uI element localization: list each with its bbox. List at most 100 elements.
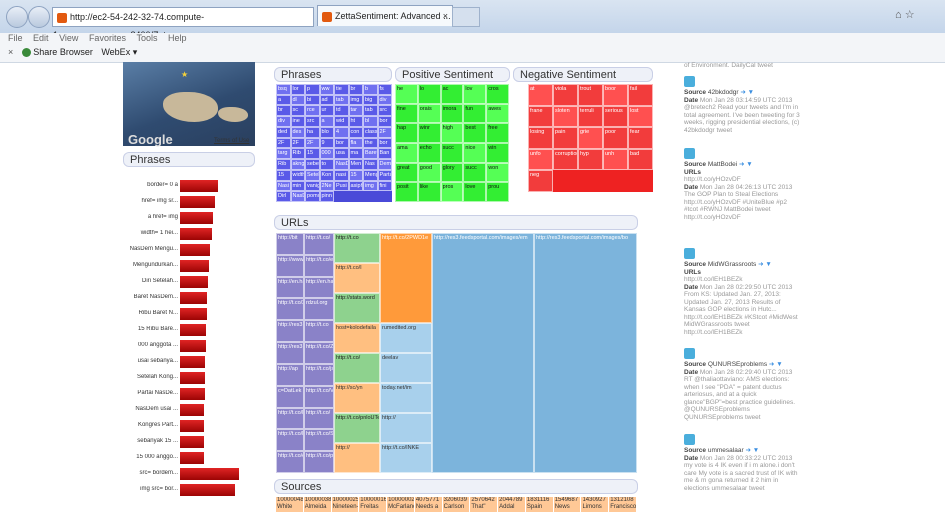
tweet-source[interactable]: MidWGrassroots — [708, 261, 756, 268]
phrase-cell[interactable]: div — [377, 94, 392, 106]
phrase-cell[interactable]: pinn — [319, 191, 334, 202]
source-cell[interactable]: 1549687 News — [553, 497, 582, 512]
bar[interactable] — [180, 212, 213, 224]
menu-tools[interactable]: Tools — [136, 33, 157, 43]
negative-treemap[interactable]: at viola trout boor fail frane sloten terruli se… — [528, 84, 653, 192]
url-cell[interactable]: http://t.co/INKE — [380, 443, 432, 473]
bar[interactable] — [180, 484, 235, 496]
filter-icon[interactable]: ▼ — [748, 89, 754, 96]
phrase-cell[interactable]: tab — [334, 94, 349, 106]
phrase-cell[interactable]: des — [290, 126, 305, 138]
positive-cell[interactable]: ama — [395, 143, 418, 163]
url-cell[interactable]: today.net/im — [380, 383, 432, 413]
url-cell[interactable]: http://t.co/ldELk — [276, 429, 304, 452]
phrase-cell[interactable]: img — [363, 180, 378, 192]
phrase-cell[interactable]: 15 — [348, 169, 363, 181]
negative-cell[interactable]: unh — [603, 148, 628, 171]
phrase-cell[interactable]: to — [319, 159, 334, 170]
positive-cell[interactable]: orais — [417, 103, 441, 124]
negative-cell[interactable]: neg — [528, 170, 553, 192]
positive-cell[interactable]: lov — [463, 84, 487, 104]
phrase-cell[interactable]: pomor — [305, 191, 320, 202]
menu-help[interactable]: Help — [168, 33, 187, 43]
url-cell[interactable]: http://t.co/ — [334, 353, 380, 383]
phrase-cell[interactable]: 15 — [276, 169, 291, 181]
positive-cell[interactable]: glory — [440, 162, 464, 183]
phrase-cell[interactable]: Baret — [363, 148, 378, 160]
phrase-cell[interactable]: br — [276, 105, 291, 117]
source-cell[interactable]: 10000025 Nineteen- — [331, 497, 360, 512]
phrase-cell[interactable]: bl — [363, 116, 378, 127]
phrase-cell[interactable]: 2F — [305, 137, 320, 149]
source-cell[interactable]: 10000016 Freitas — [359, 497, 388, 512]
phrase-cell[interactable]: bi — [305, 94, 320, 106]
source-cell[interactable]: 3206039 Carlson — [442, 497, 471, 512]
positive-cell[interactable]: echo — [417, 143, 441, 163]
menu-view[interactable]: View — [59, 33, 78, 43]
phrase-cell[interactable]: ha — [305, 126, 320, 138]
tweet-url[interactable]: http://t.co/lEH1BEZk — [684, 276, 743, 283]
phrase-cell[interactable]: sc — [290, 105, 305, 117]
phrase-cell[interactable]: sebe — [305, 159, 320, 170]
url-cell[interactable]: http://t.co/ — [304, 233, 334, 255]
positive-cell[interactable]: like — [417, 182, 441, 202]
positive-cell[interactable]: succ — [440, 143, 464, 163]
bar[interactable] — [180, 324, 206, 336]
positive-cell[interactable]: fun — [463, 103, 487, 124]
phrase-cell[interactable]: min — [290, 180, 305, 192]
phrase-cell[interactable]: ww — [319, 84, 334, 95]
filter-icon[interactable]: ▼ — [746, 161, 752, 168]
url-cell[interactable]: http://en.harakar — [276, 276, 304, 299]
phrase-cell[interactable]: targ — [276, 148, 291, 160]
url-cell[interactable]: http://t.co/ — [304, 407, 334, 430]
tweet-source[interactable]: QUNURSEproblems — [708, 361, 767, 368]
bar[interactable] — [180, 356, 205, 368]
phrase-cell[interactable]: 000 — [319, 148, 334, 160]
phrase-cell[interactable]: rce — [305, 105, 320, 117]
menu-edit[interactable]: Edit — [33, 33, 49, 43]
phrase-cell[interactable]: div — [276, 116, 291, 127]
phrase-cell[interactable]: fs — [377, 84, 392, 95]
bar[interactable] — [180, 228, 212, 240]
back-icon[interactable] — [6, 6, 28, 28]
bar[interactable] — [180, 420, 204, 432]
url-cell[interactable]: http://res3.feedsportal.com/images/bo — [534, 233, 637, 473]
positive-cell[interactable]: high — [440, 123, 464, 143]
filter-icon[interactable]: ▼ — [765, 261, 771, 268]
url-cell[interactable]: http://t.co/VI — [304, 385, 334, 408]
phrase-cell[interactable]: ma — [348, 148, 363, 160]
negative-cell[interactable]: boor — [603, 84, 628, 106]
bar[interactable] — [180, 260, 209, 272]
phrase-cell[interactable]: Men — [348, 159, 363, 170]
source-cell[interactable]: 1000000216McFarland — [387, 497, 415, 512]
phrase-cell[interactable]: 2F — [276, 137, 291, 149]
phrase-cell[interactable]: 2F — [290, 137, 305, 149]
positive-cell[interactable]: best — [463, 123, 487, 143]
negative-cell[interactable]: at — [528, 84, 553, 106]
phrase-cell[interactable]: bor — [377, 116, 392, 127]
positive-cell[interactable]: won — [486, 162, 509, 183]
phrase-cell[interactable]: Pusi — [334, 180, 349, 192]
negative-cell[interactable]: bad — [628, 148, 653, 171]
phrase-cell[interactable]: Nasi — [276, 180, 291, 192]
bar[interactable] — [180, 404, 204, 416]
phrase-cell[interactable]: 9 — [319, 137, 334, 149]
negative-cell[interactable]: fear — [628, 127, 653, 149]
twitter-icon[interactable] — [684, 434, 695, 445]
filter-icon[interactable]: ▼ — [776, 361, 782, 368]
phrase-cell[interactable]: bor — [334, 137, 349, 149]
phrase-cell[interactable]: a — [319, 116, 334, 127]
url-cell[interactable]: http://en.haraka — [304, 276, 334, 299]
menu-file[interactable]: File — [8, 33, 23, 43]
phrase-cell[interactable]: Nas — [363, 159, 378, 170]
phrase-cell[interactable]: dl — [290, 94, 305, 106]
negative-cell[interactable]: sloten — [553, 105, 578, 128]
negative-cell[interactable]: losing — [528, 127, 553, 149]
terms-of-use-link[interactable]: Terms of Use — [214, 138, 249, 144]
address-bar[interactable]: http://ec2-54-242-32-74.compute-1.amazon… — [52, 7, 314, 40]
tab-zettasentiment[interactable]: ZettaSentiment: Advanced ... × — [317, 5, 453, 26]
phrase-cell[interactable]: NasDi — [290, 191, 305, 202]
twitter-icon[interactable] — [684, 76, 695, 87]
positive-cell[interactable]: good — [417, 162, 441, 183]
filter-icon[interactable]: ▼ — [753, 447, 759, 454]
